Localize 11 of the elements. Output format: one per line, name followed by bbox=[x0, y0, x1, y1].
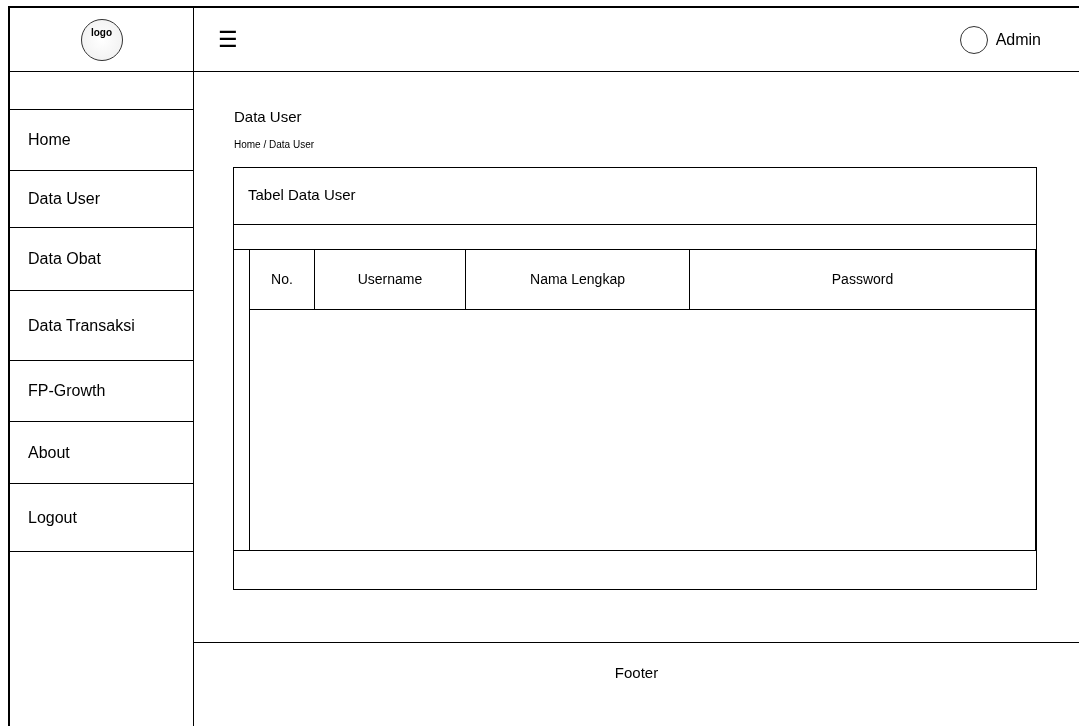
page-title: Data User bbox=[234, 107, 303, 127]
column-header: Password bbox=[830, 269, 895, 289]
column-header: No. bbox=[250, 249, 315, 309]
logo: logo bbox=[80, 18, 123, 61]
column-header: Nama Lengkap bbox=[466, 249, 690, 309]
user-name[interactable]: Admin bbox=[995, 27, 1041, 52]
column-header: Username bbox=[315, 249, 466, 309]
footer: Footer bbox=[194, 642, 1079, 704]
menu-button[interactable]: ☰ bbox=[218, 28, 238, 51]
breadcrumb: Home / Data User bbox=[234, 137, 316, 152]
card-title: Tabel Data User bbox=[234, 167, 1036, 225]
